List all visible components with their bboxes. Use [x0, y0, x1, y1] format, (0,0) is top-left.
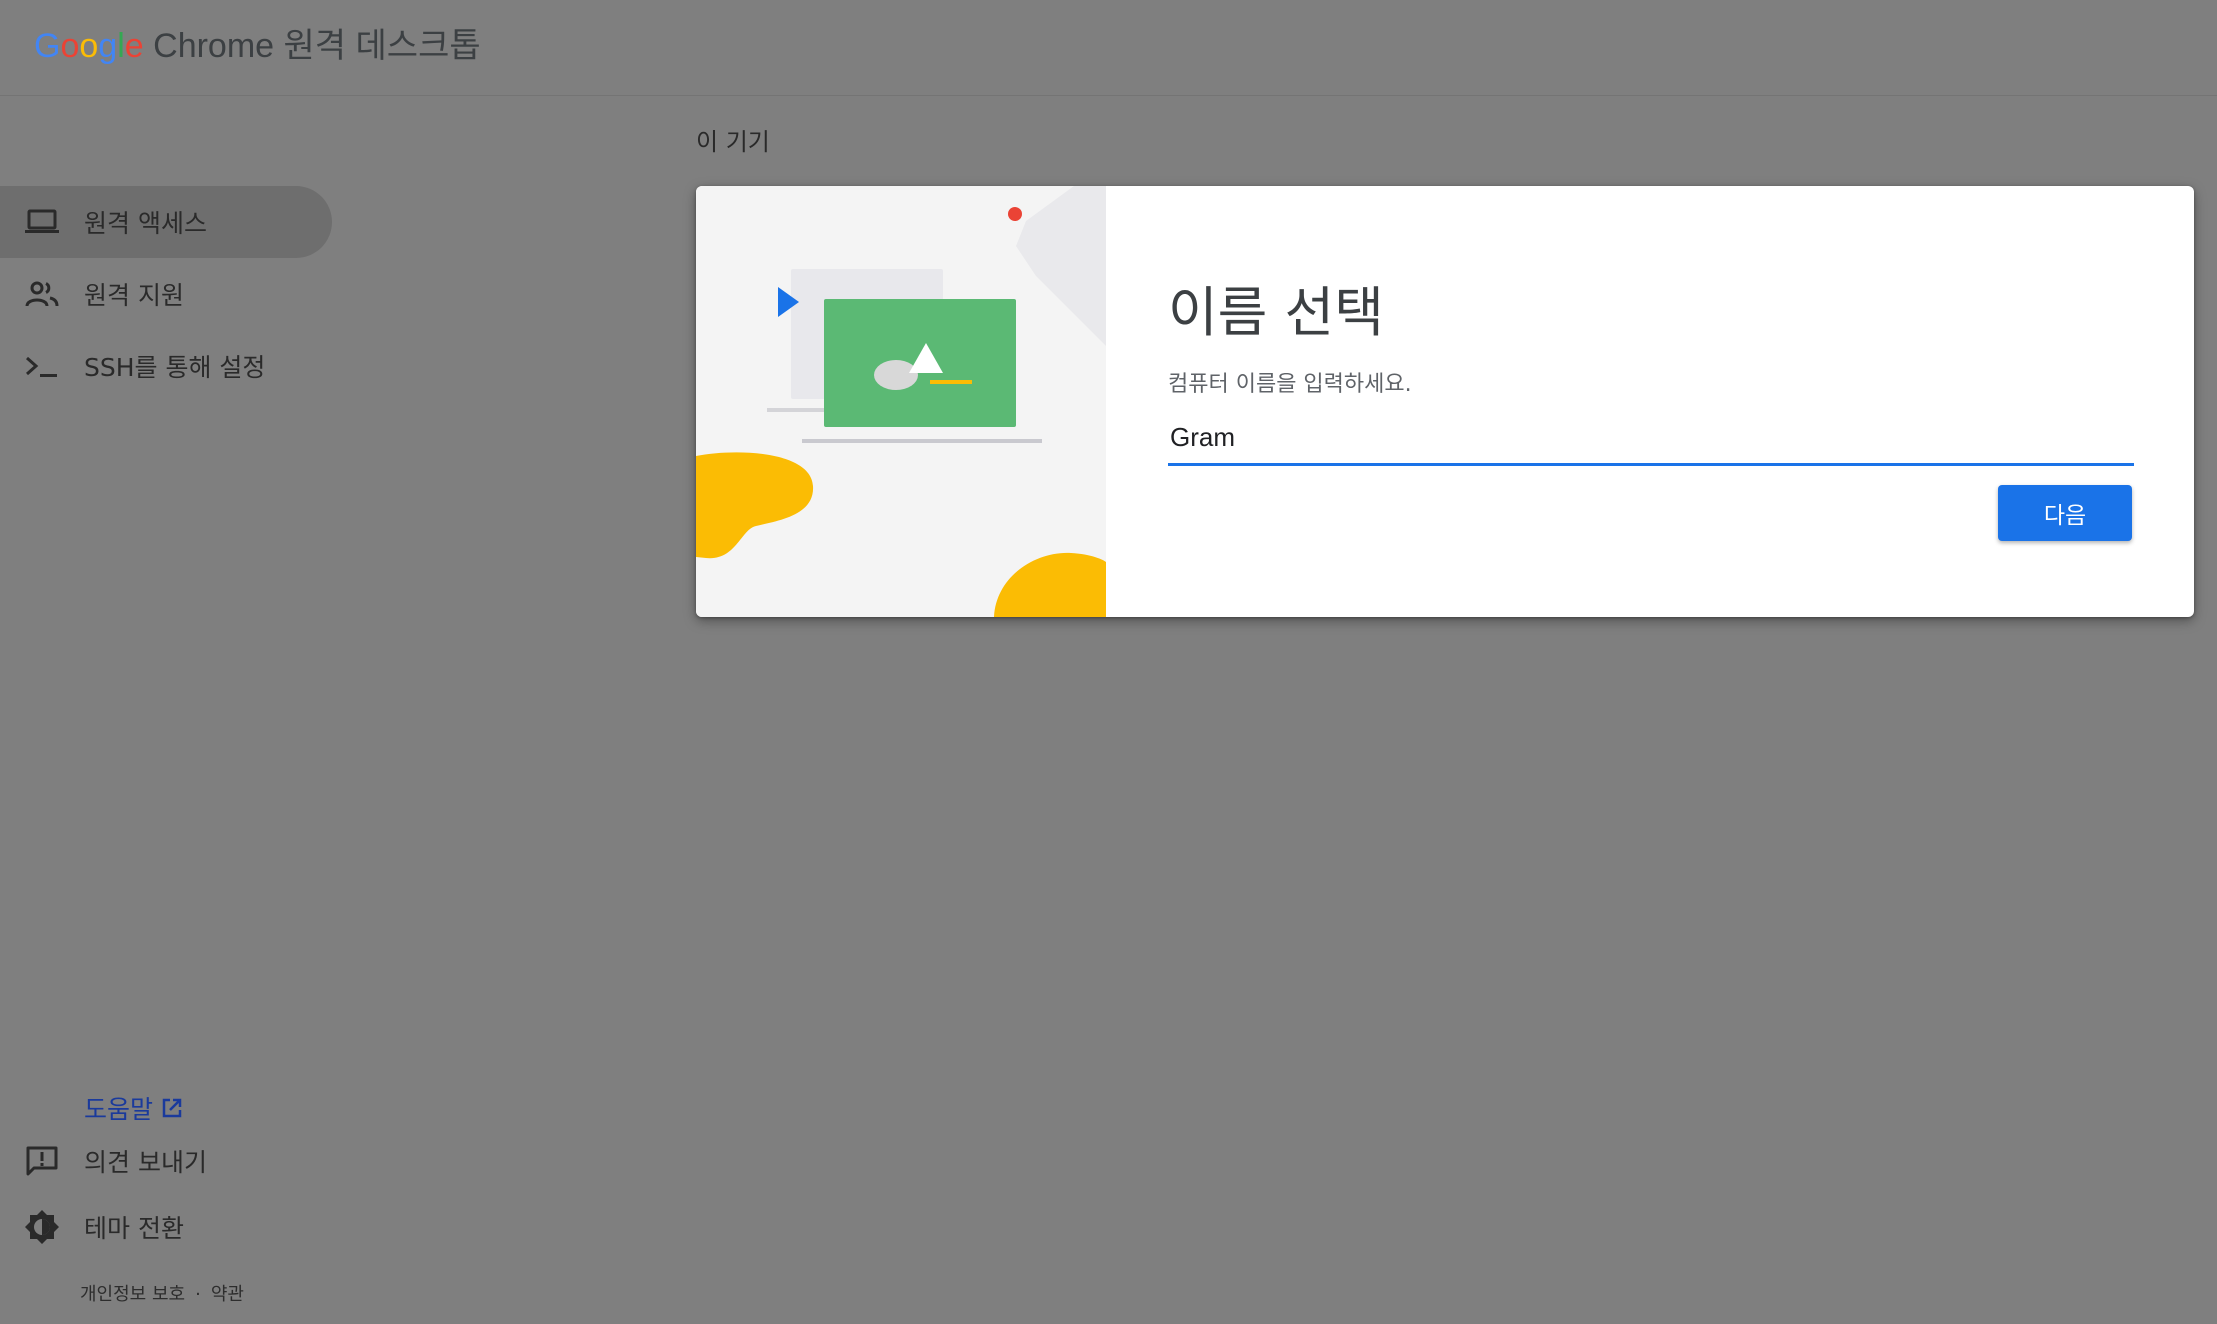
- computer-name-input[interactable]: [1168, 418, 2134, 466]
- logo-letter-l: l: [117, 27, 125, 65]
- sidebar-item-label: 원격 지원: [84, 281, 184, 310]
- logo-product-name: Chrome 원격 데스크톱: [143, 27, 481, 65]
- sidebar-footer: 도움말 의견 보내기 테마 전환: [0, 1088, 332, 1260]
- sidebar-nav: 원격 액세스 원격 지원 SSH를 통해 설정: [0, 186, 332, 402]
- app-header: Google Chrome 원격 데스크톱: [0, 0, 2217, 96]
- send-feedback-button[interactable]: 의견 보내기: [0, 1128, 332, 1194]
- people-icon: [24, 276, 60, 312]
- privacy-link[interactable]: 개인정보 보호: [80, 1284, 185, 1305]
- toggle-theme-button[interactable]: 테마 전환: [0, 1194, 332, 1260]
- toggle-theme-label: 테마 전환: [84, 1214, 184, 1243]
- section-title: 이 기기: [696, 128, 770, 156]
- laptop-icon: [24, 204, 60, 240]
- logo-letter-o1: o: [60, 27, 80, 65]
- feedback-icon: [24, 1143, 60, 1179]
- dialog-title: 이름 선택: [1168, 281, 1384, 344]
- setup-illustration: [696, 186, 1106, 617]
- legal-separator: ·: [195, 1284, 201, 1305]
- sidebar-item-ssh-setup[interactable]: SSH를 통해 설정: [0, 330, 332, 402]
- name-computer-dialog: 이름 선택 컴퓨터 이름을 입력하세요. 다음: [696, 186, 2194, 617]
- dialog-content: 이름 선택 컴퓨터 이름을 입력하세요. 다음: [1168, 186, 2136, 617]
- logo-letter-e: e: [124, 27, 144, 65]
- help-link[interactable]: 도움말: [0, 1088, 332, 1128]
- logo-letter-g: G: [34, 27, 61, 65]
- send-feedback-label: 의견 보내기: [84, 1148, 207, 1177]
- sidebar-item-label: SSH를 통해 설정: [84, 353, 266, 382]
- terms-link[interactable]: 약관: [211, 1284, 244, 1305]
- sidebar-item-remote-support[interactable]: 원격 지원: [0, 258, 332, 330]
- next-button[interactable]: 다음: [1998, 485, 2132, 541]
- sidebar-item-label: 원격 액세스: [84, 209, 207, 238]
- legal-links: 개인정보 보호 · 약관: [80, 1280, 244, 1306]
- app-logo[interactable]: Google Chrome 원격 데스크톱: [34, 24, 481, 68]
- dialog-subtitle: 컴퓨터 이름을 입력하세요.: [1168, 372, 1412, 397]
- external-link-icon: [161, 1097, 183, 1119]
- logo-letter-g2: g: [98, 27, 118, 65]
- help-link-label: 도움말: [84, 1095, 154, 1124]
- sidebar-item-remote-access[interactable]: 원격 액세스: [0, 186, 332, 258]
- terminal-icon: [24, 348, 60, 384]
- theme-toggle-icon: [24, 1209, 60, 1245]
- logo-letter-o2: o: [79, 27, 99, 65]
